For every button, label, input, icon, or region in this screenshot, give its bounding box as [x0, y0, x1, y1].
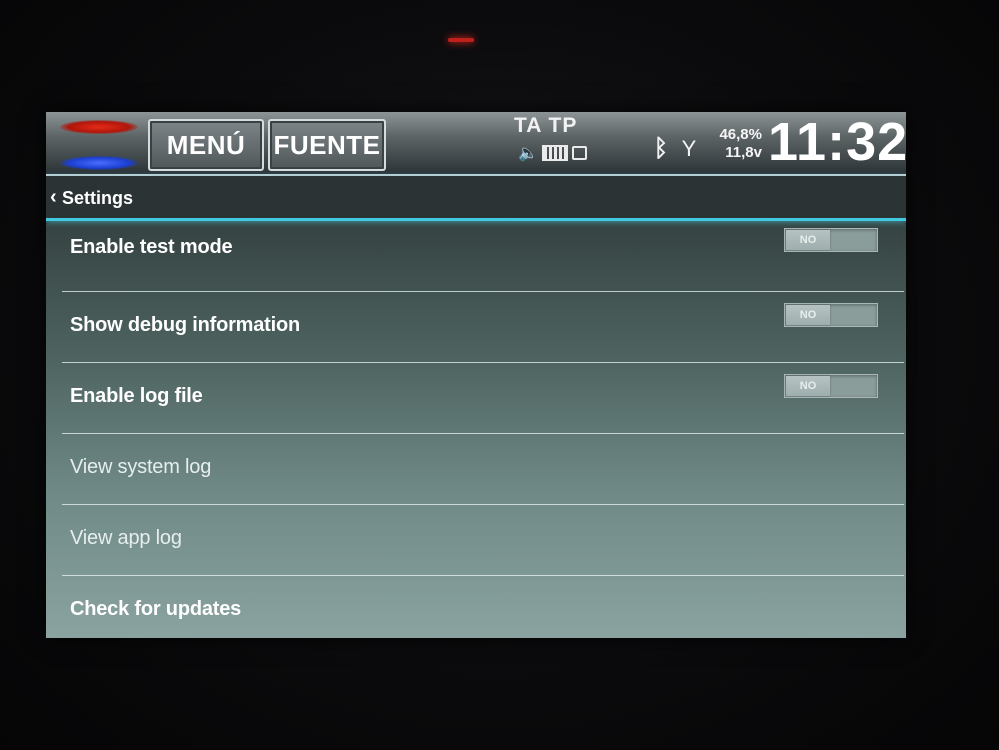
- clock: 11:32: [768, 112, 906, 172]
- readout-voltage: 11,8v: [725, 144, 762, 161]
- back-to-settings[interactable]: Settings: [62, 188, 133, 209]
- setting-label: Check for updates: [70, 598, 242, 620]
- show-debug-toggle[interactable]: NO: [784, 303, 878, 327]
- setting-enable-test-mode[interactable]: Enable test mode NO: [62, 221, 904, 292]
- settings-header: ‹ Settings: [46, 176, 906, 221]
- logo-icon-lower[interactable]: [60, 156, 138, 170]
- toggle-state-label: NO: [786, 230, 830, 250]
- vehicle-readout: 46,8% 11,8v: [714, 126, 762, 162]
- media-icon: [571, 146, 587, 160]
- setting-label: View system log: [70, 456, 212, 478]
- source-button[interactable]: FUENTE: [268, 119, 386, 171]
- setting-check-for-updates[interactable]: Check for updates: [62, 576, 904, 638]
- toggle-state-label: NO: [786, 305, 830, 325]
- setting-enable-log-file[interactable]: Enable log file NO: [62, 363, 904, 434]
- bezel-indicator-light: [448, 38, 474, 42]
- audio-status-icons: 🔈: [518, 143, 587, 163]
- logo-icon[interactable]: [60, 120, 138, 134]
- toggle-state-label: NO: [786, 376, 830, 396]
- antenna-icon: Y: [681, 136, 697, 161]
- setting-label: Enable log file: [70, 385, 203, 407]
- head-unit-screen: MENÚ FUENTE TA TP 🔈 ᛒ Y 46,8% 11,8v 11:3…: [46, 112, 906, 638]
- setting-label: Show debug information: [70, 314, 301, 336]
- speaker-icon: 🔈: [518, 145, 538, 162]
- setting-label: View app log: [70, 527, 182, 549]
- ta-tp-indicator: TA TP: [514, 114, 578, 137]
- bluetooth-icon: ᛒ: [653, 135, 669, 162]
- menu-button[interactable]: MENÚ: [148, 119, 264, 171]
- settings-list: Enable test mode NO Show debug informati…: [62, 221, 904, 638]
- setting-show-debug-information[interactable]: Show debug information NO: [62, 292, 904, 363]
- enable-test-mode-toggle[interactable]: NO: [784, 228, 878, 252]
- status-bar: MENÚ FUENTE TA TP 🔈 ᛒ Y 46,8% 11,8v 11:3…: [46, 112, 906, 176]
- setting-label: Enable test mode: [70, 236, 233, 258]
- enable-log-file-toggle[interactable]: NO: [784, 374, 878, 398]
- chevron-left-icon[interactable]: ‹: [50, 186, 57, 209]
- setting-view-system-log[interactable]: View system log: [62, 434, 904, 505]
- battery-icon: [541, 145, 568, 161]
- readout-percent: 46,8%: [719, 126, 762, 143]
- setting-view-app-log[interactable]: View app log: [62, 505, 904, 576]
